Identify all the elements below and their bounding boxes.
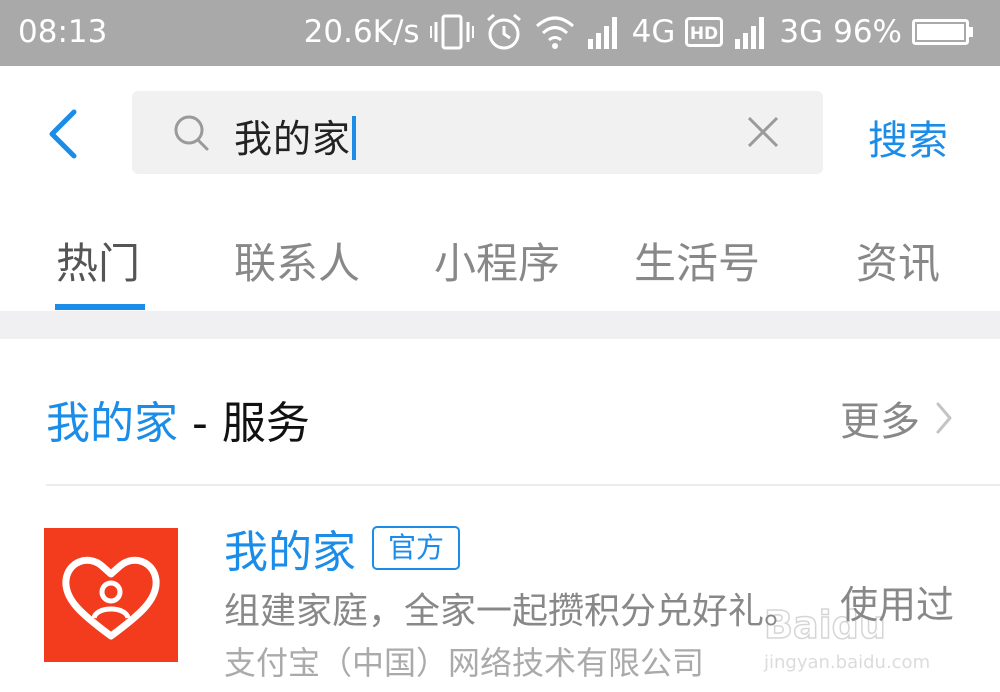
clear-icon[interactable] xyxy=(746,115,780,153)
alarm-icon xyxy=(484,12,524,52)
watermark-url: jingyan.baidu.com xyxy=(764,652,931,673)
search-input[interactable]: 我的家 xyxy=(132,91,823,174)
chevron-right-icon xyxy=(936,402,952,434)
network-type-1: 4G xyxy=(631,14,676,50)
section-title: 我的家 - 服务 xyxy=(46,398,310,449)
network-type-2: 3G xyxy=(779,14,824,50)
signal-icon-2 xyxy=(733,15,769,49)
services-section-header: 我的家 - 服务 更多 xyxy=(0,339,1000,485)
text-cursor xyxy=(352,116,357,160)
category-tabs: 热门 联系人 小程序 生活号 资讯 xyxy=(0,200,1000,311)
tab-life-accounts[interactable]: 生活号 xyxy=(634,230,760,291)
more-link[interactable]: 更多 xyxy=(840,389,954,447)
status-bar: 08:13 20.6K/s 4G HD 3G 96% xyxy=(0,0,1000,66)
vibrate-icon xyxy=(429,12,474,52)
app-description: 组建家庭，全家一起攒积分兑好礼。 xyxy=(224,591,801,632)
battery-icon xyxy=(912,19,974,45)
section-spacer xyxy=(0,311,1000,339)
signal-icon xyxy=(586,15,622,49)
hd-icon: HD xyxy=(685,17,724,47)
back-button[interactable] xyxy=(40,106,90,162)
status-icons: 20.6K/s 4G HD 3G 96% xyxy=(304,12,974,52)
svg-text:Baidu: Baidu xyxy=(764,603,886,647)
tab-news[interactable]: 资讯 xyxy=(856,230,940,291)
chevron-left-icon xyxy=(49,109,77,159)
more-label: 更多 xyxy=(840,399,920,445)
search-query: 我的家 xyxy=(234,108,357,163)
tab-contacts[interactable]: 联系人 xyxy=(234,230,360,291)
app-name: 我的家 xyxy=(224,527,356,578)
search-icon xyxy=(172,113,212,157)
search-header: 我的家 搜索 xyxy=(0,66,1000,200)
app-logo xyxy=(44,528,178,662)
tab-mini-programs[interactable]: 小程序 xyxy=(434,230,560,291)
battery-percent: 96% xyxy=(833,14,902,50)
wifi-icon xyxy=(534,14,576,50)
search-button[interactable]: 搜索 xyxy=(868,108,948,166)
svg-text:HD: HD xyxy=(690,24,718,44)
baidu-logo-icon: Baidu xyxy=(763,602,886,648)
active-tab-indicator xyxy=(55,304,145,310)
network-speed: 20.6K/s xyxy=(303,14,420,50)
baidu-watermark: Baidu jingyan.baidu.com xyxy=(763,600,944,673)
official-badge: 官方 xyxy=(372,526,461,570)
family-heart-icon xyxy=(62,556,160,640)
tab-hot[interactable]: 热门 xyxy=(56,230,140,291)
status-time: 08:13 xyxy=(18,14,108,50)
app-title: 我的家 官方 xyxy=(224,516,461,580)
app-company: 支付宝（中国）网络技术有限公司 xyxy=(224,644,705,682)
